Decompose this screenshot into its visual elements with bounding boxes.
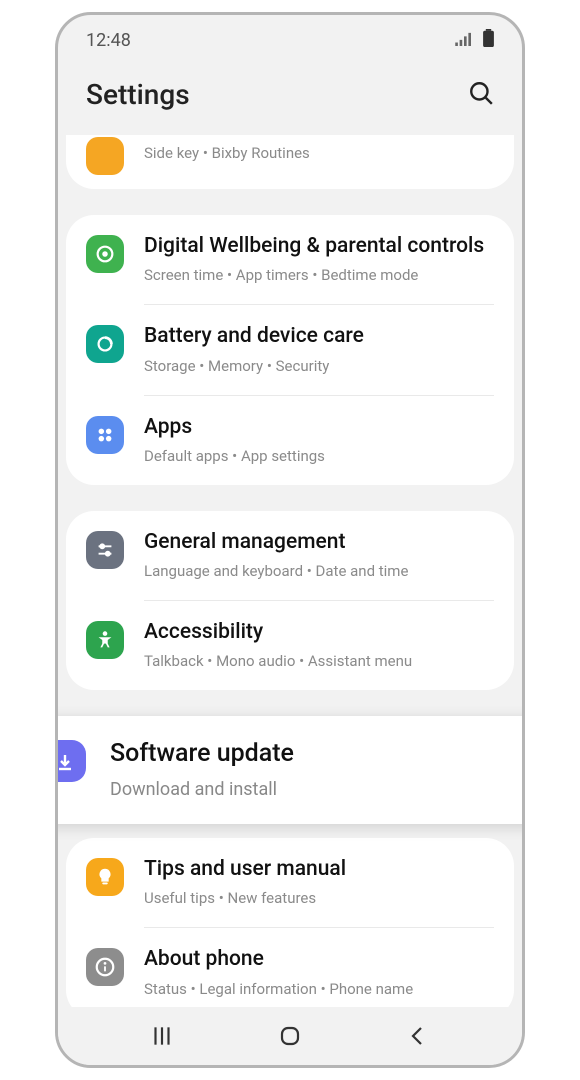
row-subtitle: Default apps • App settings — [144, 446, 494, 467]
back-button[interactable] — [403, 1021, 433, 1051]
row-subtitle: Download and install — [110, 777, 522, 802]
row-battery-device-care[interactable]: Battery and device care Storage • Memory… — [66, 305, 514, 394]
row-software-update[interactable]: Software update Download and install — [58, 716, 522, 824]
device-care-icon — [86, 325, 124, 363]
row-subtitle: Language and keyboard • Date and time — [144, 561, 494, 582]
row-tips-user-manual[interactable]: Tips and user manual Useful tips • New f… — [66, 838, 514, 927]
row-title: Battery and device care — [144, 323, 494, 350]
settings-group-1: Digital Wellbeing & parental controls Sc… — [66, 215, 514, 485]
row-subtitle: Side key • Bixby Routines — [144, 143, 494, 164]
row-title: Apps — [144, 414, 494, 441]
row-title: Accessibility — [144, 619, 494, 646]
home-button[interactable] — [275, 1021, 305, 1051]
battery-icon — [483, 29, 494, 52]
general-management-icon — [86, 531, 124, 569]
advanced-features-icon — [86, 137, 124, 175]
row-apps[interactable]: Apps Default apps • App settings — [66, 396, 514, 485]
row-general-management[interactable]: General management Language and keyboard… — [66, 511, 514, 600]
tips-icon — [86, 858, 124, 896]
row-subtitle: Useful tips • New features — [144, 888, 494, 909]
software-update-icon — [58, 740, 86, 782]
header: Settings — [58, 60, 522, 135]
row-digital-wellbeing[interactable]: Digital Wellbeing & parental controls Sc… — [66, 215, 514, 304]
row-title: Digital Wellbeing & parental controls — [144, 233, 494, 260]
row-advanced-features[interactable]: Side key • Bixby Routines — [66, 135, 514, 189]
row-about-phone[interactable]: About phone Status • Legal information •… — [66, 928, 514, 1015]
status-time: 12:48 — [86, 30, 131, 51]
settings-group-3: Tips and user manual Useful tips • New f… — [66, 838, 514, 1015]
settings-list[interactable]: Side key • Bixby Routines Digital Wellbe… — [58, 135, 522, 1015]
row-subtitle: Talkback • Mono audio • Assistant menu — [144, 651, 494, 672]
settings-group-2: General management Language and keyboard… — [66, 511, 514, 691]
settings-group-partial: Side key • Bixby Routines — [66, 135, 514, 189]
status-bar: 12:48 — [58, 15, 522, 60]
search-button[interactable] — [468, 80, 494, 110]
signal-icon — [455, 30, 473, 51]
row-subtitle: Status • Legal information • Phone name — [144, 979, 494, 1000]
row-title: Tips and user manual — [144, 856, 494, 883]
recent-apps-button[interactable] — [147, 1021, 177, 1051]
page-title: Settings — [86, 78, 190, 111]
wellbeing-icon — [86, 235, 124, 273]
navigation-bar — [58, 1007, 522, 1065]
row-accessibility[interactable]: Accessibility Talkback • Mono audio • As… — [66, 601, 514, 690]
row-title: Software update — [110, 738, 522, 771]
accessibility-icon — [86, 621, 124, 659]
row-title: About phone — [144, 946, 494, 973]
row-subtitle: Screen time • App timers • Bedtime mode — [144, 265, 494, 286]
row-subtitle: Storage • Memory • Security — [144, 356, 494, 377]
about-phone-icon — [86, 948, 124, 986]
row-title: General management — [144, 529, 494, 556]
phone-frame: 12:48 Settings Side key • Bixby Routines — [55, 12, 525, 1068]
apps-icon — [86, 416, 124, 454]
